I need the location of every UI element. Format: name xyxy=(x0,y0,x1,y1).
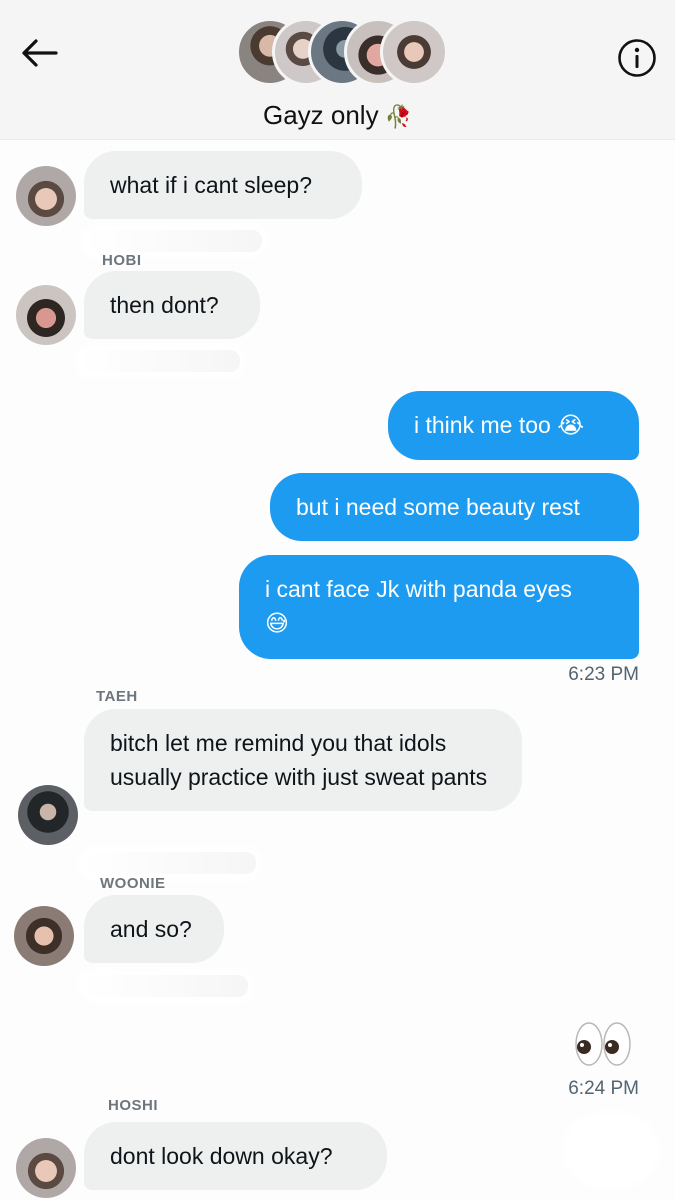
message-text: but i need some beauty rest xyxy=(296,494,580,520)
avatar[interactable] xyxy=(16,285,76,345)
avatar[interactable] xyxy=(14,906,74,966)
avatar[interactable] xyxy=(18,785,78,845)
arrow-left-icon xyxy=(22,39,58,67)
message-timestamp: 6:23 PM xyxy=(568,664,639,685)
message-bubble[interactable]: what if i cant sleep? xyxy=(84,151,362,219)
sender-name: HOBI xyxy=(102,252,142,269)
avatar[interactable] xyxy=(16,166,76,226)
message-bubble[interactable]: i cant face Jk with panda eyes 😅 xyxy=(239,555,639,659)
message-bubble[interactable]: bitch let me remind you that idols usual… xyxy=(84,709,522,811)
avatar xyxy=(380,18,448,86)
redaction-strip xyxy=(84,852,256,874)
chat-header: Gayz only 🥀 xyxy=(0,0,675,140)
message-bubble[interactable]: i think me too 😭 xyxy=(388,391,639,460)
chat-title[interactable]: Gayz only 🥀 xyxy=(0,100,675,131)
message-text: i cant face Jk with panda eyes xyxy=(265,576,572,602)
info-circle-icon xyxy=(618,39,656,77)
message-text: then dont? xyxy=(110,292,219,318)
avatar[interactable] xyxy=(16,1138,76,1198)
chat-title-text: Gayz only xyxy=(262,100,379,130)
message-bubble[interactable]: dont look down okay? xyxy=(84,1122,387,1190)
message-text: i think me too xyxy=(414,412,551,438)
wilted-rose-emoji: 🥀 xyxy=(384,105,412,130)
message-text: bitch let me remind you that idols usual… xyxy=(110,730,488,790)
info-button[interactable] xyxy=(617,38,657,78)
loudly-crying-emoji: 😭 xyxy=(557,413,585,439)
group-avatar-stack[interactable] xyxy=(236,18,456,86)
message-bubble[interactable]: and so? xyxy=(84,895,224,963)
sender-name: TAEH xyxy=(96,688,138,705)
grinning-sweat-emoji: 😅 xyxy=(265,611,289,637)
message-text: and so? xyxy=(110,916,192,942)
message-text: dont look down okay? xyxy=(110,1143,333,1169)
redaction-strip xyxy=(86,230,262,252)
redaction-blob xyxy=(569,1118,653,1182)
sender-name: WOONIE xyxy=(100,875,166,892)
redaction-strip xyxy=(84,975,248,997)
message-timestamp: 6:24 PM xyxy=(568,1078,639,1099)
eyes-emoji[interactable] xyxy=(573,1020,633,1068)
message-text: what if i cant sleep? xyxy=(110,172,313,198)
sender-name: HOSHI xyxy=(108,1097,159,1114)
message-bubble[interactable]: then dont? xyxy=(84,271,260,339)
message-bubble[interactable]: but i need some beauty rest xyxy=(270,473,639,541)
redaction-strip xyxy=(80,350,240,372)
back-button[interactable] xyxy=(18,32,60,74)
